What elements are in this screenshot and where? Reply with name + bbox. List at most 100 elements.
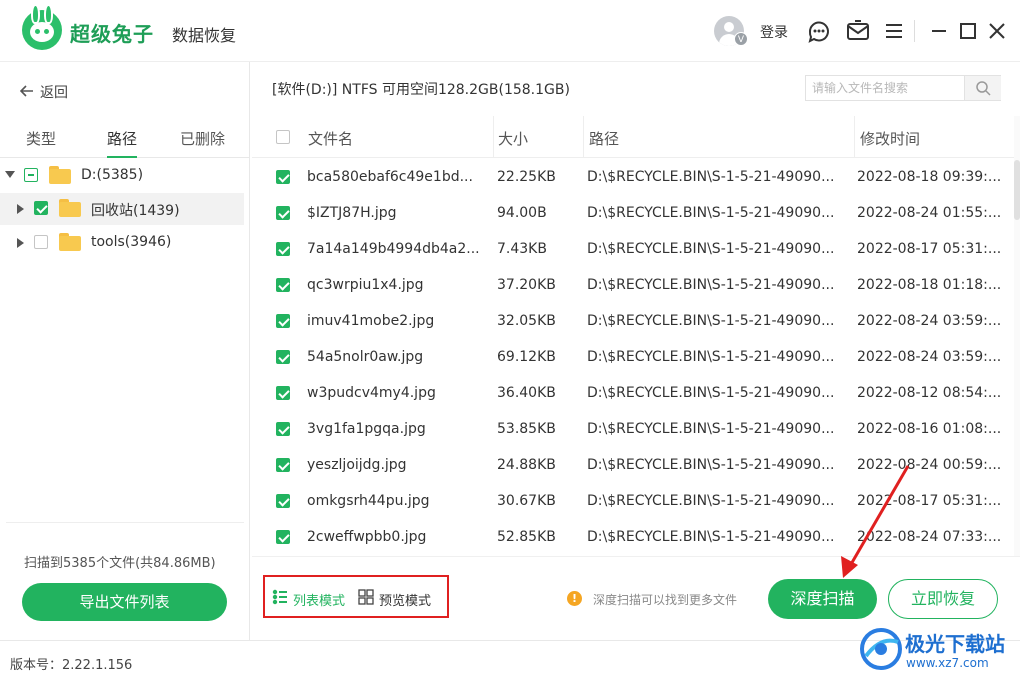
tab-deleted[interactable]: 已删除: [180, 128, 225, 149]
maximize-icon[interactable]: [955, 18, 981, 44]
rabbit-logo-icon: [22, 4, 62, 50]
brand-name: 超级兔子: [70, 22, 154, 46]
file-table-header: 文件名 大小 路径 修改时间: [252, 116, 1014, 158]
row-checkbox[interactable]: [276, 242, 290, 256]
row-checkbox[interactable]: [276, 350, 290, 364]
column-header-size[interactable]: 大小: [498, 128, 528, 149]
row-checkbox[interactable]: [276, 422, 290, 436]
tab-path[interactable]: 路径: [107, 128, 137, 149]
cell-modified: 2022-08-18 09:39:...: [857, 169, 1002, 185]
support-chat-icon[interactable]: [806, 18, 832, 44]
select-all-checkbox[interactable]: [276, 130, 290, 144]
column-header-modified[interactable]: 修改时间: [860, 128, 920, 149]
row-checkbox[interactable]: [276, 206, 290, 220]
table-row[interactable]: imuv41mobe2.jpg 32.05KB D:\$RECYCLE.BIN\…: [252, 303, 1014, 339]
tree-checkbox-tools[interactable]: [34, 235, 48, 249]
folder-icon: [59, 233, 81, 251]
list-mode-icon[interactable]: [272, 589, 288, 605]
row-checkbox[interactable]: [276, 494, 290, 508]
arrow-left-icon: [19, 85, 34, 101]
cell-path: D:\$RECYCLE.BIN\S-1-5-21-49090...: [587, 169, 835, 185]
cell-size: 52.85KB: [497, 529, 556, 545]
table-row[interactable]: $IZTJ87H.jpg 94.00B D:\$RECYCLE.BIN\S-1-…: [252, 195, 1014, 231]
folder-icon: [59, 199, 81, 217]
menu-icon[interactable]: [881, 18, 907, 44]
watermark-url: www.xz7.com: [906, 656, 989, 670]
cell-path: D:\$RECYCLE.BIN\S-1-5-21-49090...: [587, 457, 835, 473]
search-button[interactable]: [964, 76, 1001, 100]
cell-path: D:\$RECYCLE.BIN\S-1-5-21-49090...: [587, 529, 835, 545]
table-row[interactable]: qc3wrpiu1x4.jpg 37.20KB D:\$RECYCLE.BIN\…: [252, 267, 1014, 303]
table-scrollbar[interactable]: [1014, 116, 1020, 556]
cell-size: 24.88KB: [497, 457, 556, 473]
table-row[interactable]: bca580ebaf6c49e1bd... 22.25KB D:\$RECYCL…: [252, 159, 1014, 195]
row-checkbox[interactable]: [276, 314, 290, 328]
row-checkbox[interactable]: [276, 278, 290, 292]
search-box: [805, 75, 1001, 101]
cell-name: $IZTJ87H.jpg: [307, 205, 397, 221]
preview-mode-button[interactable]: 预览模式: [379, 590, 431, 609]
close-icon[interactable]: [984, 18, 1010, 44]
cell-size: 32.05KB: [497, 313, 556, 329]
version-label: 版本号：2.22.1.156: [10, 658, 133, 673]
caret-right-icon[interactable]: [17, 204, 24, 214]
table-row[interactable]: omkgsrh44pu.jpg 30.67KB D:\$RECYCLE.BIN\…: [252, 483, 1014, 519]
table-row[interactable]: 2cweffwpbb0.jpg 52.85KB D:\$RECYCLE.BIN\…: [252, 519, 1014, 555]
tab-type[interactable]: 类型: [26, 128, 56, 149]
cell-size: 37.20KB: [497, 277, 556, 293]
tree-checkbox-drive-d[interactable]: [24, 168, 38, 182]
scan-summary: 扫描到5385个文件(共84.86MB): [24, 556, 216, 571]
left-divider: [6, 522, 244, 523]
cell-path: D:\$RECYCLE.BIN\S-1-5-21-49090...: [587, 421, 835, 437]
tree-label-tools: tools(3946): [91, 234, 172, 250]
row-checkbox[interactable]: [276, 458, 290, 472]
table-row[interactable]: yeszljoijdg.jpg 24.88KB D:\$RECYCLE.BIN\…: [252, 447, 1014, 483]
column-header-path[interactable]: 路径: [589, 128, 619, 149]
cell-path: D:\$RECYCLE.BIN\S-1-5-21-49090...: [587, 349, 835, 365]
cell-size: 30.67KB: [497, 493, 556, 509]
cell-modified: 2022-08-24 03:59:...: [857, 313, 1002, 329]
column-divider: [854, 116, 855, 158]
vip-badge: V: [734, 32, 748, 46]
cell-modified: 2022-08-12 08:54:...: [857, 385, 1002, 401]
cell-modified: 2022-08-17 05:31:...: [857, 241, 1002, 257]
table-row[interactable]: w3pudcv4my4.jpg 36.40KB D:\$RECYCLE.BIN\…: [252, 375, 1014, 411]
scrollbar-thumb[interactable]: [1014, 160, 1020, 220]
row-checkbox[interactable]: [276, 170, 290, 184]
table-row[interactable]: 7a14a149b4994db4a2... 7.43KB D:\$RECYCLE…: [252, 231, 1014, 267]
tree-node-tools[interactable]: tools(3946): [0, 227, 244, 259]
row-checkbox[interactable]: [276, 386, 290, 400]
preview-mode-icon[interactable]: [358, 589, 374, 605]
row-checkbox[interactable]: [276, 530, 290, 544]
tree-node-recycle-bin[interactable]: 回收站(1439): [0, 193, 244, 225]
warning-icon: !: [567, 591, 582, 606]
minimize-icon[interactable]: [926, 18, 952, 44]
cell-modified: 2022-08-24 01:55:...: [857, 205, 1002, 221]
cell-name: omkgsrh44pu.jpg: [307, 493, 430, 509]
cell-modified: 2022-08-18 01:18:...: [857, 277, 1002, 293]
search-input[interactable]: [806, 76, 964, 100]
table-row[interactable]: 3vg1fa1pgqa.jpg 53.85KB D:\$RECYCLE.BIN\…: [252, 411, 1014, 447]
feedback-mail-icon[interactable]: [845, 18, 871, 44]
tree-node-drive-d[interactable]: D:(5385): [0, 160, 244, 192]
cell-size: 53.85KB: [497, 421, 556, 437]
back-button[interactable]: 返回: [19, 82, 68, 102]
cell-name: qc3wrpiu1x4.jpg: [307, 277, 424, 293]
deep-scan-hint: 深度扫描可以找到更多文件: [593, 593, 738, 607]
table-row[interactable]: 54a5nolr0aw.jpg 69.12KB D:\$RECYCLE.BIN\…: [252, 339, 1014, 375]
title-bar: 超级兔子 数据恢复 V 登录: [0, 0, 1020, 62]
export-file-list-button[interactable]: 导出文件列表: [22, 583, 227, 621]
caret-right-icon[interactable]: [17, 238, 24, 248]
column-header-name[interactable]: 文件名: [308, 128, 353, 149]
search-icon: [976, 81, 991, 96]
list-mode-button[interactable]: 列表模式: [293, 590, 345, 609]
cell-path: D:\$RECYCLE.BIN\S-1-5-21-49090...: [587, 313, 835, 329]
cell-path: D:\$RECYCLE.BIN\S-1-5-21-49090...: [587, 241, 835, 257]
deep-scan-button[interactable]: 深度扫描: [768, 579, 877, 619]
recover-now-button[interactable]: 立即恢复: [888, 579, 998, 619]
cell-size: 7.43KB: [497, 241, 547, 257]
caret-down-icon[interactable]: [5, 171, 15, 178]
tree-checkbox-recycle-bin[interactable]: [34, 201, 48, 215]
login-link[interactable]: 登录: [760, 22, 788, 42]
view-tabs: 类型 路径 已删除: [0, 122, 250, 158]
